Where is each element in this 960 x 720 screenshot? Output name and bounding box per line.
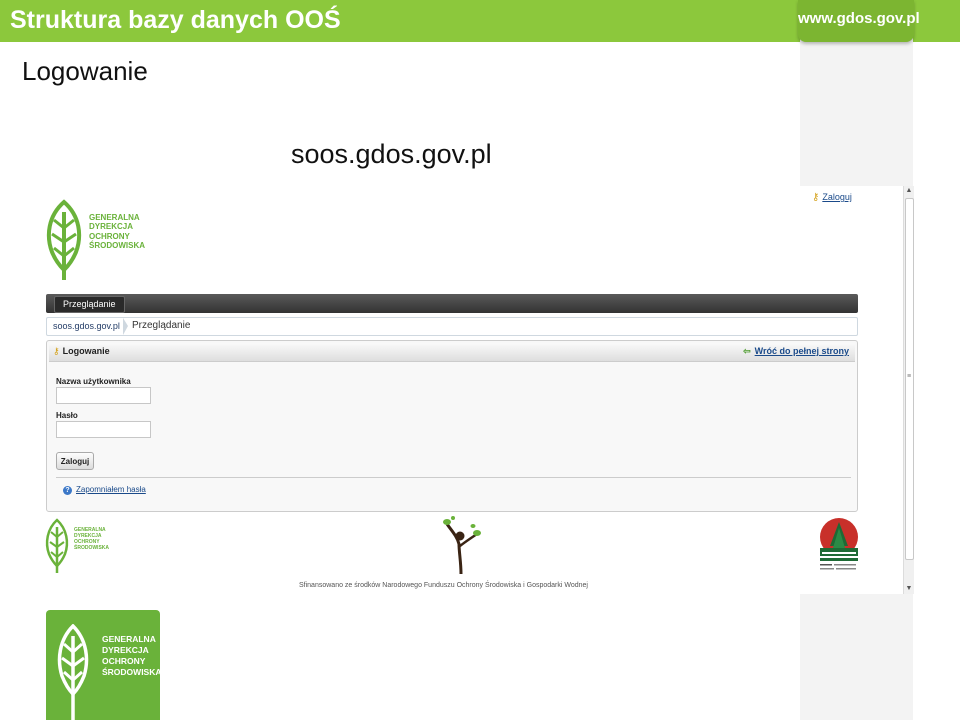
scroll-up-arrow-icon[interactable]: ▲ — [904, 186, 914, 196]
slide-title: Struktura bazy danych OOŚ — [10, 6, 341, 34]
login-link[interactable]: ⚷ Zaloguj — [812, 192, 852, 203]
breadcrumb-current: Przeglądanie — [132, 320, 191, 331]
tree-logo — [443, 516, 481, 574]
gdos-large-logo: GENERALNA DYREKCJA OCHRONY ŚRODOWISKA — [46, 610, 162, 720]
funding-note: Sfinansowano ze środków Narodowego Fundu… — [299, 582, 588, 589]
breadcrumb: soos.gdos.gov.pl Przeglądanie — [46, 317, 858, 336]
leaf-icon — [57, 624, 89, 720]
gdos-footer-logo-text: GENERALNA DYREKCJA OCHRONY ŚRODOWISKA — [74, 527, 109, 551]
username-input[interactable] — [56, 387, 151, 404]
breadcrumb-separator-icon — [123, 318, 128, 335]
login-panel-header: ⚷ Logowanie ⇦ Wróć do pełnej strony — [49, 343, 855, 362]
login-panel-title: ⚷ Logowanie — [53, 346, 110, 357]
back-link-label: Wróć do pełnej strony — [754, 346, 849, 356]
scroll-down-arrow-icon[interactable]: ▼ — [904, 584, 914, 594]
key-icon: ⚷ — [812, 192, 820, 203]
back-to-full-page-link[interactable]: ⇦ Wróć do pełnej strony — [743, 346, 849, 357]
nfosigw-logo — [820, 518, 858, 570]
arrow-left-icon: ⇦ — [743, 346, 751, 356]
gdos-large-logo-text: GENERALNA DYREKCJA OCHRONY ŚRODOWISKA — [102, 634, 162, 678]
url-caption: soos.gdos.gov.pl — [291, 139, 492, 169]
panel-divider — [56, 477, 851, 478]
login-link-label: Zaloguj — [822, 192, 852, 202]
password-input[interactable] — [56, 421, 151, 438]
login-panel-title-text: Logowanie — [62, 346, 110, 356]
question-icon: ? — [63, 486, 72, 495]
forgot-password-link[interactable]: ? Zapomniałem hasła — [63, 485, 146, 495]
browser-screenshot: ⚷ Zaloguj GENERALNA DYREKCJA OCHRONY ŚROD… — [0, 186, 914, 594]
navbar: Przeglądanie — [46, 294, 858, 313]
nav-tab-browse[interactable]: Przeglądanie — [54, 296, 125, 313]
gdos-logo-text: GENERALNA DYREKCJA OCHRONY ŚRODOWISKA — [89, 213, 145, 251]
page-scrollbar[interactable]: ▲ ≡ ▼ — [903, 186, 914, 594]
login-submit-button[interactable]: Zaloguj — [56, 452, 94, 470]
slide-subtitle: Logowanie — [22, 56, 148, 86]
brand-url: www.gdos.gov.pl — [798, 10, 920, 27]
key-icon: ⚷ — [53, 346, 60, 356]
password-label: Hasło — [56, 411, 78, 420]
breadcrumb-home[interactable]: soos.gdos.gov.pl — [53, 321, 120, 331]
login-panel: ⚷ Logowanie ⇦ Wróć do pełnej strony Nazwa … — [46, 340, 858, 512]
username-label: Nazwa użytkownika — [56, 377, 131, 386]
forgot-password-label: Zapomniałem hasła — [76, 485, 146, 494]
brand-tab: www.gdos.gov.pl — [798, 0, 920, 42]
scroll-grip-icon: ≡ — [906, 373, 912, 380]
